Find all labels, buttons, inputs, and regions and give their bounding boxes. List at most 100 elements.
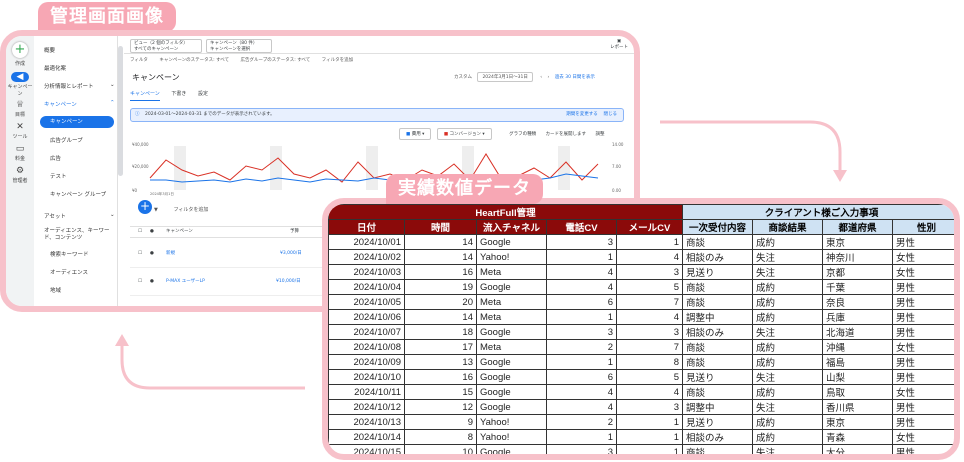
cell-hour: 19 xyxy=(404,279,477,295)
row-checkbox[interactable]: ☐ xyxy=(138,240,142,268)
cell-gender: 男性 xyxy=(892,414,954,430)
nav-campaign-groups[interactable]: キャンペーン グループ xyxy=(50,190,106,198)
nav-insights[interactable]: 分析情報とレポート ⌄ xyxy=(44,82,115,90)
filter-icon[interactable]: ▼ xyxy=(154,207,158,213)
icon-rail: + 作成 ◀ キャンペーン ♕ 目標 ✕ ツール ▭ 料金 ⚙ 管理者 xyxy=(6,36,34,306)
y-right-tick-top: 14.00 xyxy=(612,142,624,147)
cell-prefecture: 神奈川 xyxy=(822,249,893,265)
cell-gender: 女性 xyxy=(892,429,954,445)
rail-tools[interactable]: ✕ ツール xyxy=(6,122,34,140)
col-hour: 時間 xyxy=(404,219,477,235)
admin-screenshot-tag: 管理画面画像 xyxy=(38,2,176,32)
filter-chip-adgroup-status[interactable]: 広告グループのステータス: すべて xyxy=(241,58,311,63)
cell-deal-result: 失注 xyxy=(752,444,823,454)
nav-campaigns-group[interactable]: キャンペーン ⌃ xyxy=(44,100,115,108)
cell-first-contact: 相談のみ xyxy=(682,324,753,340)
client-group-header: クライアント様ご入力事項 xyxy=(682,204,954,220)
rail-tools-label: ツール xyxy=(12,134,28,140)
nav-test[interactable]: テスト xyxy=(50,172,67,180)
date-range-value[interactable]: 2024年3月1日～31日 xyxy=(477,72,533,82)
nav-assets-label: アセット xyxy=(44,214,66,220)
nav-campaigns[interactable]: キャンペーン xyxy=(40,116,114,128)
nav-audience[interactable]: オーディエンス xyxy=(50,268,88,276)
cell-hour: 20 xyxy=(404,294,477,310)
rail-create[interactable]: 作成 xyxy=(6,60,34,67)
sidenav-scrollbar[interactable] xyxy=(118,46,123,176)
nav-campaigns-group-label: キャンペーン xyxy=(44,102,77,108)
cell-first-contact: 見送り xyxy=(682,369,753,385)
nav-search-keywords[interactable]: 検索キーワード xyxy=(50,250,89,258)
cell-prefecture: 千葉 xyxy=(822,279,893,295)
header-campaign[interactable]: キャンペーン xyxy=(166,227,193,237)
expand-card-button[interactable]: カードを展開します xyxy=(546,132,587,137)
page-title: キャンペーン xyxy=(132,73,180,82)
cell-mail-cv: 3 xyxy=(616,264,683,280)
campaign-name-link[interactable]: 新規 xyxy=(166,240,175,268)
nav-assets[interactable]: アセット ⌄ xyxy=(44,212,115,220)
cell-date: 2024/10/14 xyxy=(328,429,405,445)
nav-overview[interactable]: 概要 xyxy=(44,46,55,54)
row-checkbox[interactable]: ☐ xyxy=(138,268,142,296)
rail-goals[interactable]: ♕ 目標 xyxy=(6,100,34,118)
tab-settings[interactable]: 設定 xyxy=(198,91,208,100)
cell-hour: 15 xyxy=(404,384,477,400)
budget-value[interactable]: ¥3,000/日 xyxy=(280,240,302,268)
cell-first-contact: 見送り xyxy=(682,414,753,430)
table-row: 2024/10/05 20 Meta 6 7 商談 成約 奈良 男性 xyxy=(328,294,954,310)
nav-ads[interactable]: 広告 xyxy=(50,154,61,162)
show-last-30-days-link[interactable]: 過去 30 日間を表示 xyxy=(555,75,595,80)
weekend-band xyxy=(270,146,282,190)
select-all-checkbox[interactable]: ☐ xyxy=(138,227,142,237)
chart-controls: ■ 費用 ▾ ■ コンバージョン ▾ グラフの種類 カードを展開します 調整 xyxy=(399,128,604,140)
rail-campaigns-label: キャンペーン xyxy=(7,84,33,97)
close-notice-link[interactable]: 閉じる xyxy=(604,112,618,117)
metric2-selector[interactable]: ■ コンバージョン ▾ xyxy=(436,128,492,140)
col-date: 日付 xyxy=(328,219,405,235)
filter-chip-campaign-status[interactable]: キャンペーンのステータス: すべて xyxy=(159,58,229,63)
cell-hour: 14 xyxy=(404,249,477,265)
rail-billing[interactable]: ▭ 料金 xyxy=(6,144,34,162)
header-budget[interactable]: 予算 xyxy=(290,227,299,237)
col-first-contact: 一次受付内容 xyxy=(682,219,753,235)
cell-date: 2024/10/01 xyxy=(328,234,405,250)
create-button[interactable]: + xyxy=(12,42,28,58)
status-dot-icon: ● xyxy=(150,279,154,284)
cell-hour: 14 xyxy=(404,234,477,250)
rail-admin[interactable]: ⚙ 管理者 xyxy=(6,166,34,184)
nav-audiences[interactable]: オーディエンス、キーワード、コンテンツ xyxy=(44,228,114,242)
view-selector-value: すべてのキャンペーン xyxy=(134,46,179,52)
change-period-link[interactable]: 期間を変更する xyxy=(566,112,598,117)
prev-period-icon[interactable]: ‹ xyxy=(540,75,542,80)
campaign-selector[interactable]: キャンペーン（80 件） キャンペーンを選択 xyxy=(206,39,272,53)
budget-value[interactable]: ¥10,000/日 xyxy=(276,268,301,296)
report-button[interactable]: ▣ レポート xyxy=(610,39,628,50)
status-dot-icon: ● xyxy=(150,251,154,256)
metric1-selector[interactable]: ■ 費用 ▾ xyxy=(399,128,432,140)
tab-campaigns[interactable]: キャンペーン xyxy=(130,91,160,101)
table-add-filter[interactable]: フィルタを追加 xyxy=(173,207,208,213)
nav-location[interactable]: 地域 xyxy=(50,286,61,294)
cell-deal-result: 成約 xyxy=(752,309,823,325)
chevron-down-icon: ⌄ xyxy=(110,212,115,218)
cell-phone-cv: 3 xyxy=(546,444,617,454)
table-row: 2024/10/12 12 Google 4 3 調整中 失注 香川県 男性 xyxy=(328,399,954,415)
tab-drafts[interactable]: 下書き xyxy=(171,91,186,100)
chart-type-button[interactable]: グラフの種類 xyxy=(509,132,536,137)
cell-phone-cv: 4 xyxy=(546,264,617,280)
cell-channel: Google xyxy=(476,384,547,400)
cell-phone-cv: 1 xyxy=(546,309,617,325)
campaign-name-link[interactable]: P-MAX ユーザーLP xyxy=(166,268,205,296)
date-range-picker[interactable]: カスタム 2024年3月1日～31日 ‹ › 過去 30 日間を表示 xyxy=(454,72,595,82)
nav-ad-groups[interactable]: 広告グループ xyxy=(50,136,83,144)
cell-gender: 男性 xyxy=(892,354,954,370)
cell-channel: Google xyxy=(476,279,547,295)
nav-recommendations[interactable]: 最適化案 xyxy=(44,64,66,72)
info-icon: ⓘ xyxy=(135,112,140,117)
adjust-button[interactable]: 調整 xyxy=(595,132,604,137)
rail-campaigns[interactable]: ◀ キャンペーン xyxy=(6,72,34,97)
next-period-icon[interactable]: › xyxy=(548,75,550,80)
cell-prefecture: 福島 xyxy=(822,354,893,370)
add-filter-link[interactable]: フィルタを追加 xyxy=(322,58,353,63)
view-selector[interactable]: ビュー（2 個のフィルタ） すべてのキャンペーン xyxy=(130,39,202,53)
cell-first-contact: 商談 xyxy=(682,384,753,400)
